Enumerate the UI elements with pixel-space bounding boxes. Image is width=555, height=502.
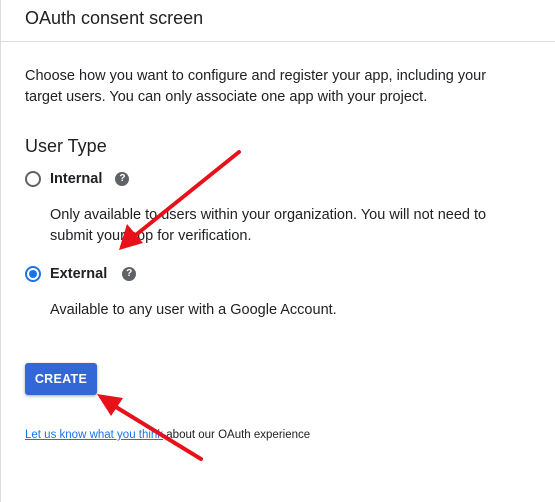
feedback-link[interactable]: Let us know what you think [25, 429, 163, 441]
feedback-text: Let us know what you think about our OAu… [25, 429, 535, 441]
external-option[interactable]: External ? [25, 262, 535, 286]
internal-description: Only available to users within your orga… [50, 207, 487, 244]
page-header: OAuth consent screen [1, 0, 555, 42]
create-button[interactable]: CREATE [25, 363, 97, 395]
external-label[interactable]: External [50, 266, 107, 282]
page-title: OAuth consent screen [25, 8, 204, 28]
internal-help-icon[interactable]: ? [115, 172, 130, 186]
external-radio[interactable] [25, 266, 41, 282]
internal-radio[interactable] [25, 171, 41, 187]
internal-option[interactable]: Internal ? [25, 167, 535, 191]
internal-label[interactable]: Internal [50, 171, 102, 187]
main-content: Choose how you want to configure and reg… [1, 66, 555, 441]
external-description: Available to any user with a Google Acco… [50, 302, 337, 318]
external-help-icon[interactable]: ? [122, 267, 137, 281]
intro-text: Choose how you want to configure and reg… [25, 68, 487, 105]
oauth-consent-panel: OAuth consent screen Choose how you want… [0, 0, 555, 502]
user-type-heading: User Type [25, 136, 107, 156]
feedback-suffix: about our OAuth experience [163, 429, 311, 441]
